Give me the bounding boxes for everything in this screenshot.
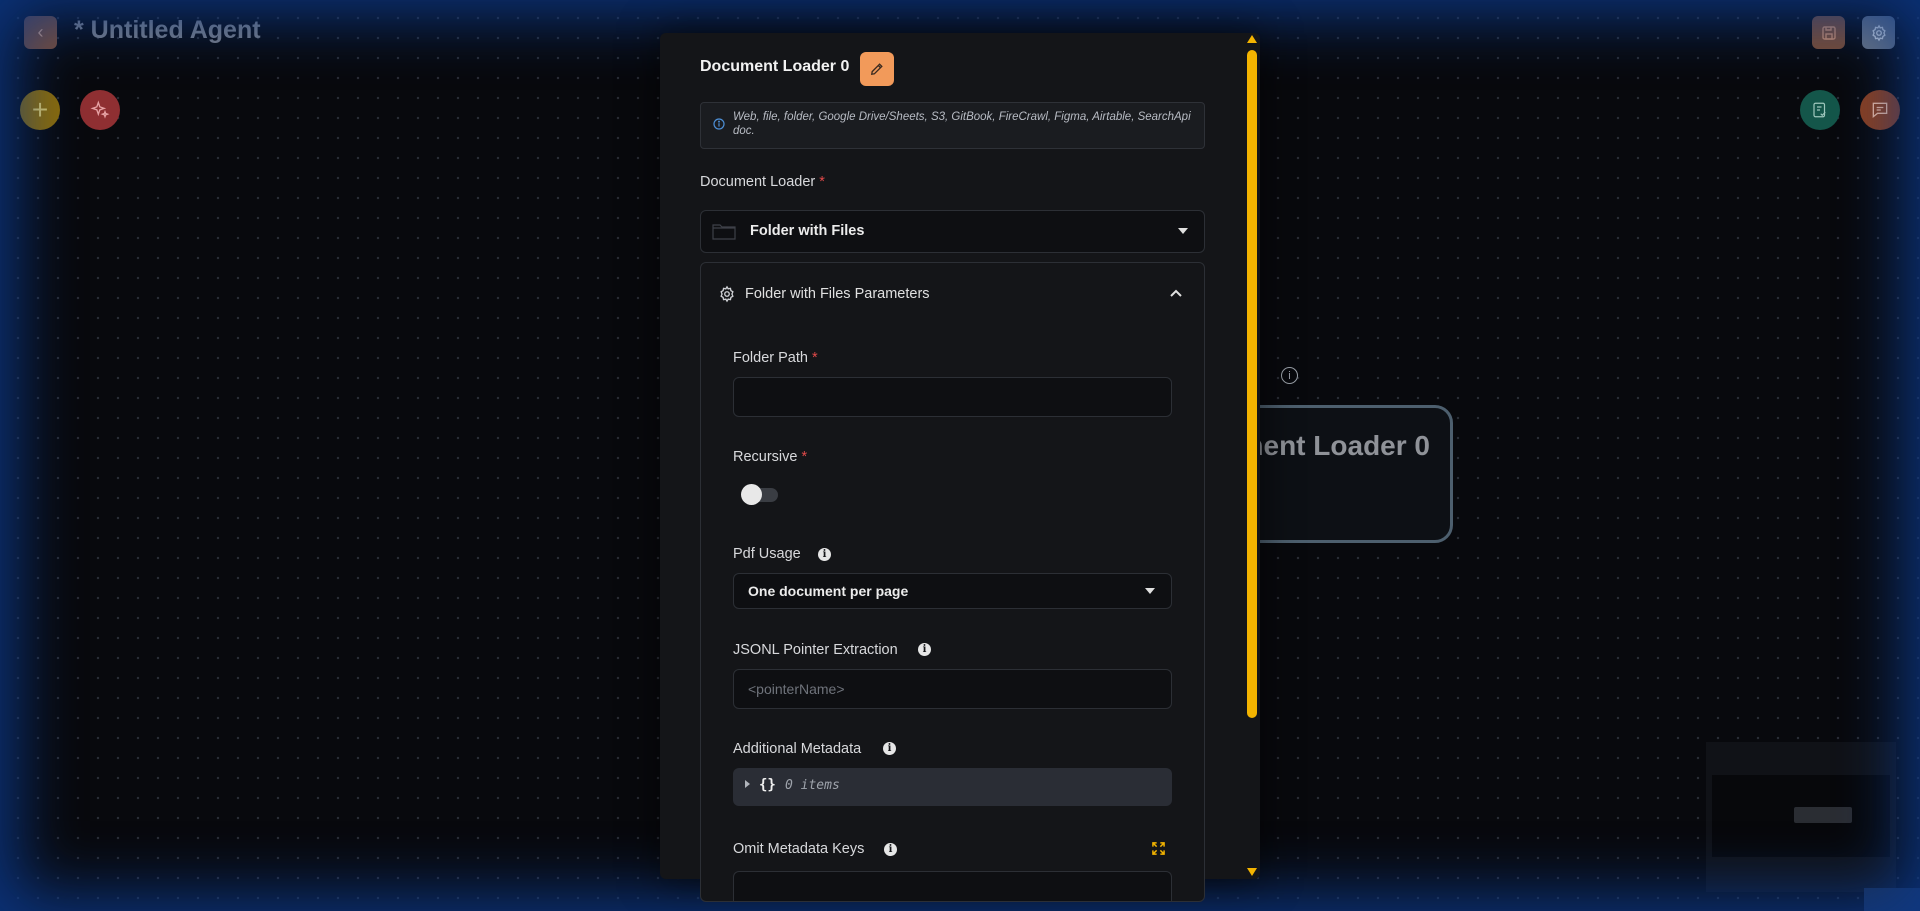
checklist-icon — [1813, 102, 1826, 118]
scroll-up-arrow-icon[interactable] — [1247, 35, 1257, 43]
sparkles-icon — [90, 100, 110, 119]
info-icon — [713, 118, 725, 130]
expand-triangle-icon[interactable] — [745, 780, 750, 788]
minimap-node — [1794, 807, 1852, 823]
node-info-icon[interactable]: i — [1281, 367, 1298, 384]
recursive-toggle-knob[interactable] — [741, 484, 762, 505]
recursive-label-text: Recursive — [733, 449, 798, 465]
gear-icon — [1871, 24, 1886, 41]
omit-metadata-keys-input[interactable] — [733, 871, 1172, 901]
document-loader-selected: Folder with Files — [750, 223, 865, 239]
settings-button[interactable] — [1862, 16, 1895, 49]
save-button[interactable] — [1812, 16, 1845, 49]
validation-button[interactable] — [1800, 90, 1840, 130]
required-mark: * — [801, 449, 808, 465]
required-mark: * — [811, 350, 818, 366]
chat-icon — [1872, 102, 1888, 119]
generate-button[interactable] — [80, 90, 120, 130]
folder-path-label: Folder Path * — [733, 350, 818, 366]
add-node-button[interactable]: + — [20, 90, 60, 130]
description-text: Web, file, folder, Google Drive/Sheets, … — [733, 111, 1191, 137]
gear-icon — [720, 285, 734, 303]
chevron-up-icon[interactable] — [1169, 288, 1183, 298]
plus-icon: + — [31, 94, 49, 125]
additional-metadata-label: Additional Metadata — [733, 741, 862, 757]
corner-tile — [1864, 888, 1920, 911]
dropdown-caret-icon — [1178, 228, 1188, 234]
jsonl-pointer-label: JSONL Pointer Extraction — [733, 642, 898, 658]
back-button[interactable]: ‹ — [24, 16, 57, 49]
folder-icon — [712, 224, 736, 240]
jsonl-pointer-info-icon[interactable]: i — [918, 643, 931, 656]
document-loader-label: Document Loader * — [700, 174, 825, 190]
jsonl-pointer-input[interactable]: <pointerName> — [733, 669, 1172, 709]
expand-icon[interactable] — [1152, 842, 1165, 855]
recursive-label: Recursive * — [733, 449, 807, 465]
chevron-left-icon: ‹ — [37, 22, 44, 42]
json-item-count: 0 items — [785, 778, 840, 793]
json-braces: {} — [759, 777, 776, 793]
folder-path-label-text: Folder Path — [733, 350, 808, 366]
pdf-usage-selected: One document per page — [748, 583, 909, 599]
scroll-down-arrow-icon[interactable] — [1247, 868, 1257, 876]
panel-title: Document Loader 0 — [700, 58, 850, 75]
dropdown-caret-icon — [1145, 588, 1155, 594]
pdf-usage-info-icon[interactable]: i — [818, 548, 831, 561]
jsonl-pointer-placeholder: <pointerName> — [748, 681, 845, 697]
omit-metadata-info-icon[interactable]: i — [884, 843, 897, 856]
pdf-usage-select[interactable]: One document per page — [733, 573, 1172, 609]
pencil-icon — [870, 63, 883, 76]
required-mark: * — [819, 174, 825, 190]
additional-metadata-info-icon[interactable]: i — [883, 742, 896, 755]
document-loader-label-text: Document Loader — [700, 174, 816, 190]
params-title: Folder with Files Parameters — [745, 286, 930, 302]
agent-title: * Untitled Agent — [74, 16, 261, 44]
panel-scrollbar-thumb[interactable] — [1247, 50, 1257, 718]
folder-path-input[interactable] — [733, 377, 1172, 417]
omit-metadata-keys-label: Omit Metadata Keys — [733, 841, 865, 857]
chat-button[interactable] — [1860, 90, 1900, 130]
pdf-usage-label: Pdf Usage — [733, 546, 801, 562]
edit-name-button[interactable] — [860, 52, 894, 86]
save-icon — [1821, 25, 1836, 40]
